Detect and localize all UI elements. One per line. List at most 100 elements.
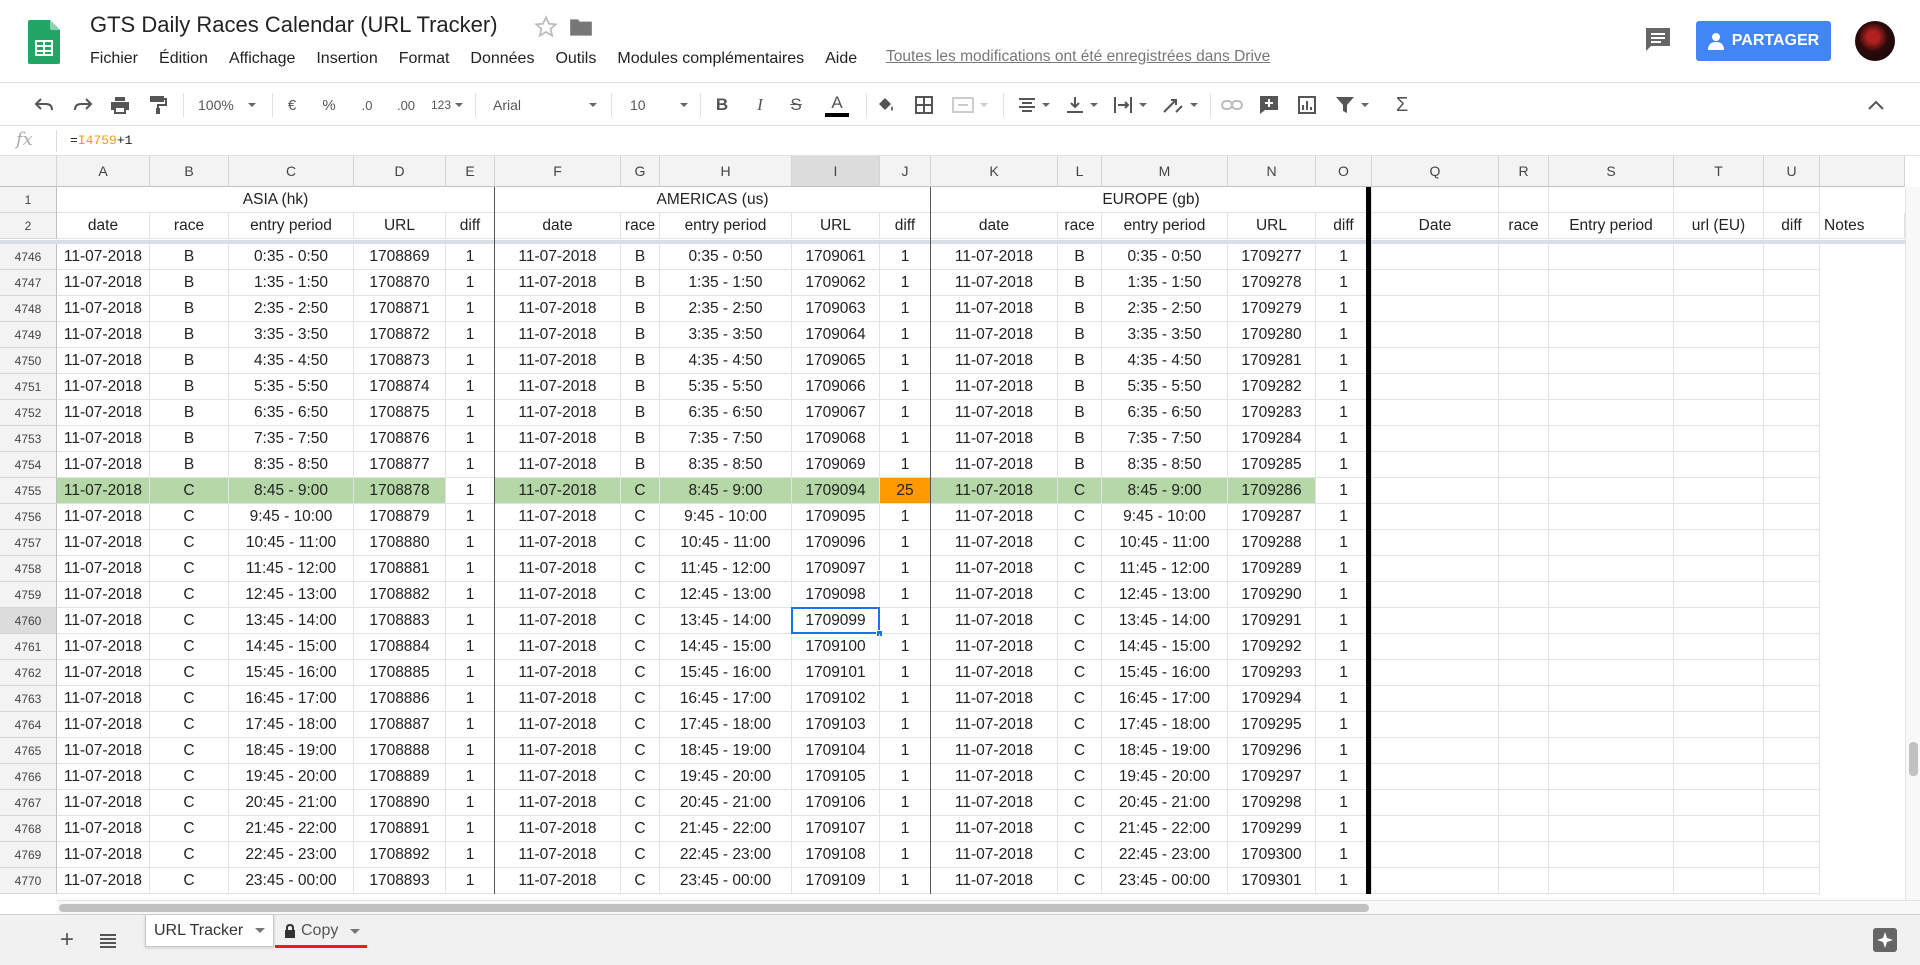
cell[interactable] bbox=[1372, 504, 1499, 530]
cell[interactable] bbox=[1499, 426, 1549, 452]
row-header[interactable]: 4759 bbox=[0, 582, 57, 608]
cell[interactable] bbox=[1549, 634, 1674, 660]
cell[interactable] bbox=[1549, 244, 1674, 270]
column-header-n[interactable]: N bbox=[1228, 156, 1316, 187]
cell-race[interactable]: B bbox=[621, 348, 660, 374]
cell-diff-eu[interactable]: 1 bbox=[1316, 348, 1372, 374]
cell[interactable] bbox=[1499, 712, 1549, 738]
cell-date[interactable]: 11-07-2018 bbox=[931, 478, 1058, 504]
cell-diff-asia[interactable]: 1 bbox=[446, 738, 495, 764]
cell-race[interactable]: C bbox=[1058, 816, 1102, 842]
cell-period[interactable]: 11:45 - 12:00 bbox=[229, 556, 354, 582]
cell-url-asia[interactable]: 1708880 bbox=[354, 530, 446, 556]
cell-date[interactable]: 11-07-2018 bbox=[495, 348, 621, 374]
column-header-o[interactable]: O bbox=[1316, 156, 1372, 187]
cell-date[interactable]: 11-07-2018 bbox=[495, 296, 621, 322]
cell-url-asia[interactable]: 1708892 bbox=[354, 842, 446, 868]
menu-aide[interactable]: Aide bbox=[825, 50, 857, 68]
cell-url-asia[interactable]: 1708891 bbox=[354, 816, 446, 842]
cell-period[interactable]: 8:35 - 8:50 bbox=[229, 452, 354, 478]
cell-date[interactable]: 11-07-2018 bbox=[931, 400, 1058, 426]
cell-diff-eu[interactable]: 1 bbox=[1316, 244, 1372, 270]
cell-race[interactable]: C bbox=[621, 790, 660, 816]
insert-comment-icon[interactable] bbox=[1257, 93, 1281, 117]
cell-period[interactable]: 6:35 - 6:50 bbox=[229, 400, 354, 426]
cell-diff-am[interactable]: 1 bbox=[880, 790, 931, 816]
cell[interactable] bbox=[1372, 868, 1499, 894]
cell-url-eu[interactable]: 1709287 bbox=[1228, 504, 1316, 530]
cell-period[interactable]: 8:45 - 9:00 bbox=[1102, 478, 1228, 504]
redo-icon[interactable] bbox=[71, 93, 95, 117]
cell-period[interactable]: 16:45 - 17:00 bbox=[660, 686, 792, 712]
cell-date[interactable]: 11-07-2018 bbox=[495, 608, 621, 634]
cell-date[interactable]: 11-07-2018 bbox=[495, 738, 621, 764]
cell-date[interactable]: 11-07-2018 bbox=[57, 530, 150, 556]
cell-race[interactable]: B bbox=[150, 296, 229, 322]
cell[interactable] bbox=[1674, 530, 1764, 556]
font-size-select[interactable]: 10 bbox=[630, 93, 688, 117]
cell-url-eu[interactable]: 1709282 bbox=[1228, 374, 1316, 400]
cell-race[interactable]: C bbox=[1058, 842, 1102, 868]
text-wrap-icon[interactable] bbox=[1110, 93, 1150, 117]
cell[interactable] bbox=[1674, 504, 1764, 530]
cell[interactable] bbox=[1764, 764, 1820, 790]
cell-date[interactable]: 11-07-2018 bbox=[931, 842, 1058, 868]
cell[interactable] bbox=[1372, 738, 1499, 764]
row-header[interactable]: 4768 bbox=[0, 816, 57, 842]
cell-period[interactable]: 8:35 - 8:50 bbox=[660, 452, 792, 478]
italic-button[interactable]: I bbox=[750, 93, 770, 117]
cell-date[interactable]: 11-07-2018 bbox=[57, 322, 150, 348]
cell-date[interactable]: 11-07-2018 bbox=[931, 660, 1058, 686]
menu-modules[interactable]: Modules complémentaires bbox=[617, 50, 804, 68]
cell-date[interactable]: 11-07-2018 bbox=[495, 400, 621, 426]
cell-diff-am[interactable]: 1 bbox=[880, 244, 931, 270]
cell-date[interactable]: 11-07-2018 bbox=[57, 400, 150, 426]
cell-period[interactable]: 14:45 - 15:00 bbox=[1102, 634, 1228, 660]
cell[interactable] bbox=[1372, 400, 1499, 426]
cell-race[interactable]: C bbox=[1058, 712, 1102, 738]
cell[interactable] bbox=[1674, 187, 1764, 213]
currency-button[interactable]: € bbox=[284, 93, 300, 117]
cell[interactable] bbox=[1549, 764, 1674, 790]
cell[interactable] bbox=[1499, 504, 1549, 530]
cell-diff-am[interactable]: 1 bbox=[880, 452, 931, 478]
cell-period[interactable]: 15:45 - 16:00 bbox=[229, 660, 354, 686]
row-header[interactable]: 4749 bbox=[0, 322, 57, 348]
row-header[interactable]: 4747 bbox=[0, 270, 57, 296]
paint-format-icon[interactable] bbox=[146, 93, 170, 117]
cell-date[interactable]: 11-07-2018 bbox=[931, 270, 1058, 296]
cell-url-am[interactable]: 1709103 bbox=[792, 712, 880, 738]
column-header-b[interactable]: B bbox=[150, 156, 229, 187]
cell-url-eu[interactable]: 1709289 bbox=[1228, 556, 1316, 582]
cell-url-eu[interactable]: 1709279 bbox=[1228, 296, 1316, 322]
cell[interactable] bbox=[1674, 322, 1764, 348]
cell-date[interactable]: 11-07-2018 bbox=[495, 426, 621, 452]
cell-race[interactable]: B bbox=[621, 270, 660, 296]
cell-date[interactable]: 11-07-2018 bbox=[495, 686, 621, 712]
cell-period[interactable]: 19:45 - 20:00 bbox=[660, 764, 792, 790]
cell-period[interactable]: 12:45 - 13:00 bbox=[660, 582, 792, 608]
cell-period[interactable]: 5:35 - 5:50 bbox=[1102, 374, 1228, 400]
cell[interactable] bbox=[1549, 426, 1674, 452]
cell-date[interactable]: 11-07-2018 bbox=[495, 842, 621, 868]
cell-diff-am[interactable]: 1 bbox=[880, 322, 931, 348]
cell-url-eu[interactable]: 1709278 bbox=[1228, 270, 1316, 296]
cell-date[interactable]: 11-07-2018 bbox=[495, 270, 621, 296]
cell-url-asia[interactable]: 1708874 bbox=[354, 374, 446, 400]
cell-url-am[interactable]: 1709102 bbox=[792, 686, 880, 712]
cell-url-asia[interactable]: 1708869 bbox=[354, 244, 446, 270]
cell-diff-asia[interactable]: 1 bbox=[446, 296, 495, 322]
cell-period[interactable]: 17:45 - 18:00 bbox=[660, 712, 792, 738]
cell-url-eu[interactable]: 1709292 bbox=[1228, 634, 1316, 660]
cell-race[interactable]: B bbox=[1058, 296, 1102, 322]
cell-race[interactable]: B bbox=[1058, 426, 1102, 452]
cell[interactable] bbox=[1549, 374, 1674, 400]
cell-period[interactable]: 1:35 - 1:50 bbox=[229, 270, 354, 296]
avatar[interactable] bbox=[1855, 21, 1895, 61]
cell-race[interactable]: C bbox=[150, 556, 229, 582]
select-all-corner[interactable] bbox=[0, 156, 57, 187]
cell-date[interactable]: 11-07-2018 bbox=[57, 608, 150, 634]
cell-period[interactable]: 2:35 - 2:50 bbox=[1102, 296, 1228, 322]
cell-race[interactable]: C bbox=[621, 530, 660, 556]
frozen-column-divider[interactable] bbox=[1366, 187, 1371, 894]
